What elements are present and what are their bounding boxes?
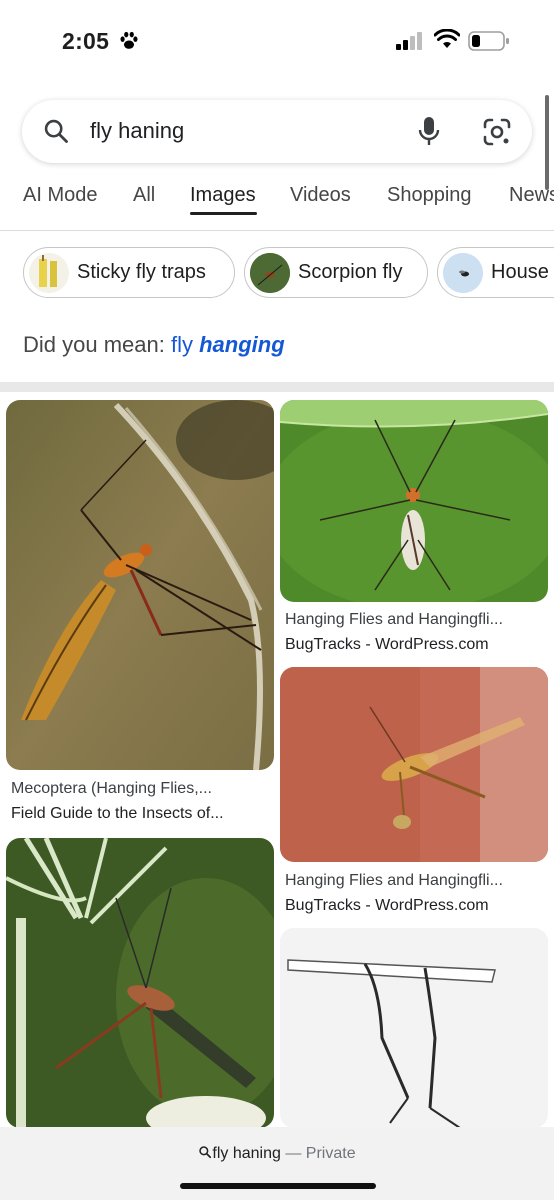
chip-scorpion-fly[interactable]: Scorpion fly [244,247,428,298]
active-tab-indicator [190,212,257,215]
result-title[interactable]: Mecoptera (Hanging Flies,... [11,780,269,798]
wifi-icon [434,29,460,48]
mic-icon[interactable] [418,116,440,148]
search-input[interactable]: fly haning [90,118,184,144]
private-mode-label: Private [305,1145,356,1162]
status-time: 2:05 [62,28,110,54]
image-result-hanging-flies-1[interactable] [280,400,548,602]
result-source[interactable]: Field Guide to the Insects of... [11,805,269,823]
suggestion-chips: Sticky fly traps Scorpion fly House [0,247,554,299]
did-you-mean-emphasis: hanging [199,332,285,357]
chip-label: Scorpion fly [298,261,403,283]
result-title[interactable]: Hanging Flies and Hangingfli... [285,872,547,890]
search-box[interactable]: fly haning [22,100,532,163]
image-result-hanging-flies-2[interactable] [280,667,548,862]
chip-house[interactable]: House [437,247,554,298]
search-icon[interactable] [42,117,70,145]
tab-all[interactable]: All [133,184,155,207]
search-icon [199,1146,212,1159]
bottom-address-bar[interactable]: fly haning — Private [0,1127,554,1200]
result-image [280,928,548,1128]
chip-label: House [491,261,549,283]
bottom-query[interactable]: fly haning — Private [0,1145,554,1163]
cellular-signal-icon [396,32,422,50]
result-image [6,838,274,1128]
battery-icon [468,31,509,51]
did-you-mean: Did you mean: fly hanging [23,332,285,358]
bottom-separator: — [285,1145,302,1162]
paw-icon [120,31,138,49]
chip-thumbnail [29,253,69,293]
result-source[interactable]: BugTracks - WordPress.com [285,897,547,915]
result-source[interactable]: BugTracks - WordPress.com [285,636,547,654]
result-image [280,667,548,862]
tab-shopping[interactable]: Shopping [387,184,472,207]
chip-thumbnail [250,253,290,293]
chip-sticky-fly-traps[interactable]: Sticky fly traps [23,247,235,298]
result-title[interactable]: Hanging Flies and Hangingfli... [285,611,547,629]
tab-ai-mode[interactable]: AI Mode [23,184,97,207]
bottom-query-text: fly haning [212,1145,281,1162]
section-separator [0,382,554,392]
did-you-mean-link[interactable]: fly hanging [171,332,285,357]
result-image [6,400,274,770]
status-bar: 2:05 [0,0,554,80]
tab-videos[interactable]: Videos [290,184,351,207]
tab-news[interactable]: News [509,184,554,207]
image-result-scorpion-fly[interactable] [6,838,274,1128]
did-you-mean-prefix: Did you mean: [23,332,165,357]
image-result-hanging-fly-illustration[interactable] [280,928,548,1128]
did-you-mean-plain: fly [170,332,193,357]
google-lens-icon[interactable] [482,118,512,146]
chip-label: Sticky fly traps [77,261,206,283]
result-image [280,400,548,602]
image-result-mecoptera[interactable] [6,400,274,770]
search-tabs: AI Mode All Images Videos Shopping News [0,176,554,231]
tab-images[interactable]: Images [190,184,256,207]
home-indicator[interactable] [180,1183,376,1189]
chip-thumbnail [443,253,483,293]
tabs-divider [0,230,554,231]
